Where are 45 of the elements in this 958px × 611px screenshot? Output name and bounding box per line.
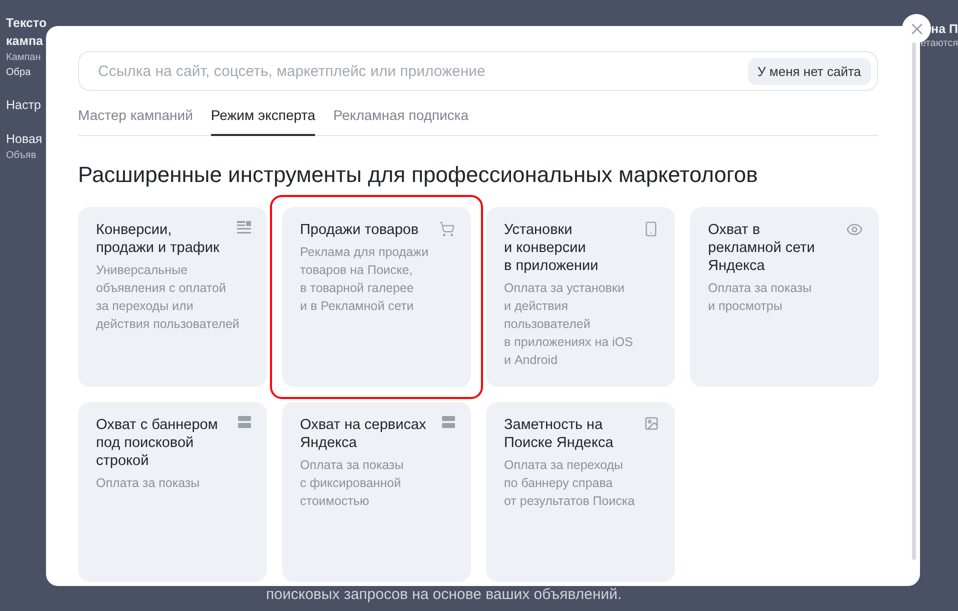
- background-text: Обра: [6, 67, 32, 78]
- card-title: Заметность на Поиске Яндекса: [504, 416, 614, 452]
- card-description: Оплата за установки и действия пользователей в приложениях на iOS и Android: [504, 280, 634, 369]
- background-text: Тексто: [6, 16, 48, 30]
- campaign-type-card[interactable]: Охват с баннером под поисковой строкой Оплата за показы: [78, 402, 267, 582]
- tab[interactable]: Рекламная подписка: [333, 107, 468, 136]
- card-description: Оплата за показы и просмотры: [708, 280, 813, 315]
- phone-icon: [643, 221, 659, 237]
- campaign-type-card[interactable]: Продажи товаров Реклама для продажи товаров на Поиске, в товарной галерее и в Рекламной сети: [282, 207, 471, 387]
- tab[interactable]: Режим эксперта: [210, 107, 316, 136]
- section-heading: Расширенные инструменты для профессиональных маркетологов: [78, 162, 759, 188]
- eye-icon: [846, 221, 863, 238]
- tab[interactable]: Мастер кампаний: [78, 107, 193, 136]
- no-site-button[interactable]: У меня нет сайта: [748, 58, 871, 84]
- card-title: Конверсии, продажи и трафик: [96, 221, 220, 257]
- background-text: поисковых запросов на основе ваших объявлений.: [266, 586, 623, 603]
- card-description: Оплата за переходы по баннеру справа от результатов Поиска: [504, 457, 636, 510]
- campaign-type-card[interactable]: Заметность на Поиске Яндекса Оплата за переходы по баннеру справа от результатов Поиска: [486, 402, 675, 582]
- card-description: Реклама для продажи товаров на Поиске, в товарной галерее и в Рекламной сети: [300, 244, 430, 315]
- card-title: Продажи товаров: [300, 221, 420, 239]
- banner-icon: [238, 416, 251, 428]
- background-text: Новая: [6, 132, 44, 146]
- scrollbar[interactable]: [912, 40, 916, 560]
- cart-icon: [439, 221, 455, 237]
- search-field[interactable]: Ссылка на сайт, соцсеть, маркетплейс или приложение У меня нет сайта: [78, 51, 878, 91]
- card-description: Оплата за показы: [96, 475, 201, 492]
- background-text: етаются: [920, 38, 958, 49]
- card-title: Охват с баннером под поисковой строкой: [96, 416, 219, 470]
- list-icon: [237, 221, 251, 234]
- image-icon: [644, 416, 659, 431]
- background-text: Кампан: [6, 52, 42, 63]
- campaign-type-card[interactable]: Конверсии, продажи и трафик Универсальные объявления с оплатой за переходы или действия пользователей: [78, 207, 267, 387]
- campaign-type-card[interactable]: Установки и конверсии в приложении Оплата за установки и действия пользователей в приложениях на iOS и Android: [486, 207, 675, 387]
- background-text: на П: [931, 22, 958, 36]
- campaign-type-card[interactable]: Охват на сервисах Яндекса Оплата за показы с фиксированной стоимостью: [282, 402, 471, 582]
- card-title: Охват в рекламной сети Яндекса: [708, 221, 816, 275]
- card-title: Установки и конверсии в приложении: [504, 221, 600, 275]
- campaign-type-card[interactable]: Охват в рекламной сети Яндекса Оплата за показы и просмотры: [690, 207, 879, 387]
- background-text: кампа: [6, 34, 44, 48]
- background-text: Настр: [6, 98, 42, 112]
- card-description: Оплата за показы с фиксированной стоимостью: [300, 457, 405, 510]
- background-text: Объяв: [6, 150, 38, 161]
- banner-icon: [442, 416, 455, 428]
- card-title: Охват на сервисах Яндекса: [300, 416, 428, 452]
- card-description: Универсальные объявления с оплатой за переходы или действия пользователей: [96, 262, 240, 333]
